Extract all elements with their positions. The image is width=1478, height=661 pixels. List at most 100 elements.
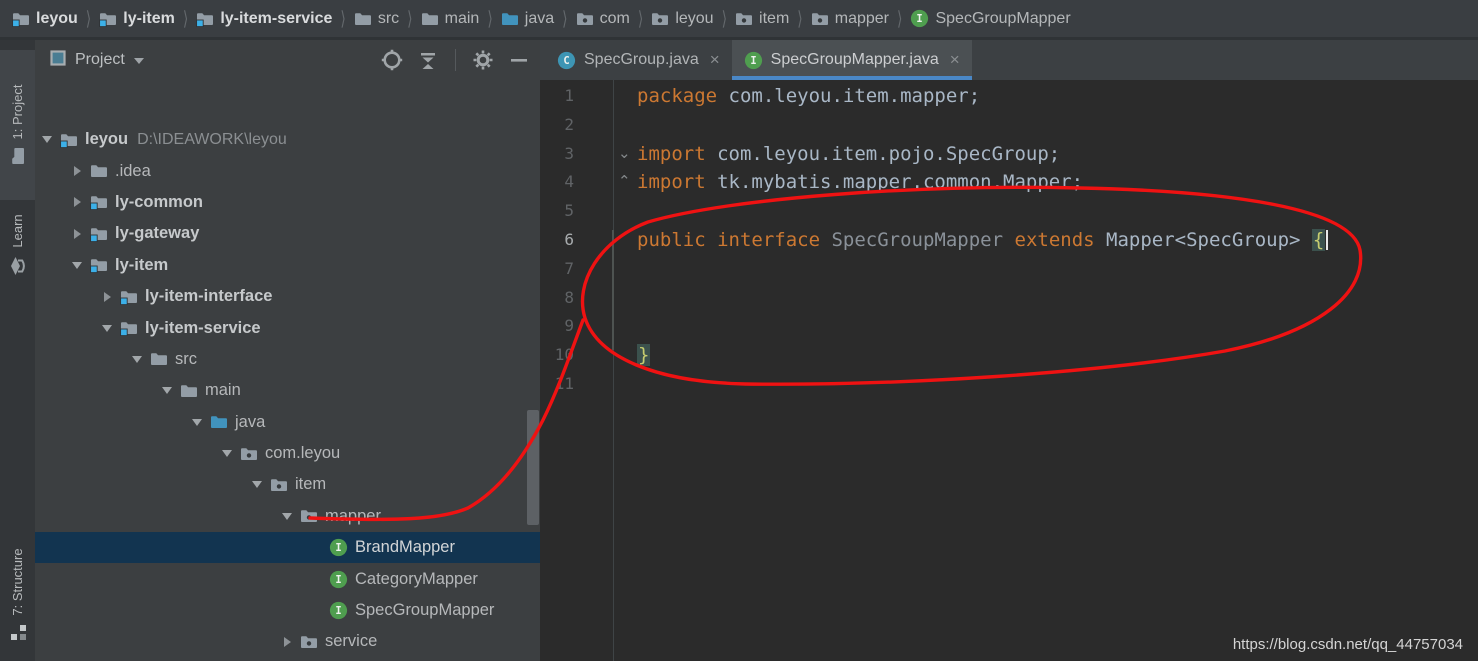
tree-expand-arrow[interactable] [68, 197, 86, 208]
tree-row-service[interactable]: service [35, 626, 540, 657]
breadcrumb-item[interactable]: leyou [12, 10, 78, 28]
svg-text:I: I [335, 542, 341, 554]
tree-row--idea[interactable]: .idea [35, 155, 540, 186]
tree-expand-arrow[interactable] [218, 450, 236, 458]
class-icon: C [557, 51, 576, 70]
tree-expand-arrow[interactable] [128, 355, 146, 363]
breadcrumb-item[interactable]: leyou [651, 10, 714, 28]
editor-tab-specgroup-java[interactable]: C SpecGroup.java × [545, 40, 732, 80]
tab-close-icon[interactable]: × [950, 50, 960, 70]
line-number: 5 [564, 201, 574, 221]
toolwindow-button-learn[interactable]: Learn [0, 190, 35, 300]
module-folder-icon [89, 257, 108, 274]
tree-label: com.leyou [265, 444, 341, 463]
tree-expand-arrow[interactable] [278, 636, 296, 647]
tree-row-ly-common[interactable]: ly-common [35, 187, 540, 218]
tree-row-ly-item[interactable]: ly-item [35, 250, 540, 281]
tree-label: SpecGroupMapper [355, 601, 495, 620]
breadcrumb-item[interactable]: item [735, 10, 789, 28]
panel-title: Project [75, 51, 125, 68]
breadcrumb-item[interactable]: main [421, 9, 480, 28]
toolwindow-button-project[interactable]: 1: Project [0, 50, 35, 200]
editor-tab-specgroupmapper-java[interactable]: I SpecGroupMapper.java × [731, 40, 972, 80]
tree-row-categorymapper[interactable]: I CategoryMapper [35, 563, 540, 594]
code-editor[interactable]: 1 package com.leyou.item.mapper; 2 3 ⌄ import… [540, 80, 1478, 661]
breadcrumb-separator: ⟩ [340, 6, 346, 29]
tree-label: item [295, 475, 327, 494]
tree-row-specgroupmapper[interactable]: I SpecGroupMapper [35, 595, 540, 626]
tree-row-brandmapper[interactable]: I BrandMapper [35, 532, 540, 564]
tree-expand-arrow[interactable] [68, 166, 86, 177]
tree-row-leyou[interactable]: leyou D:\IDEAWORK\leyou [35, 124, 540, 155]
breadcrumb-item[interactable]: ly-item-service [196, 10, 332, 28]
project-path: D:\IDEAWORK\leyou [137, 130, 287, 148]
breadcrumb-item[interactable]: ly-item [99, 10, 175, 28]
breadcrumb-label: ly-item [123, 9, 175, 27]
tab-label: SpecGroupMapper.java [770, 51, 939, 68]
locate-icon[interactable] [379, 47, 405, 73]
breadcrumb-label: ly-item-service [220, 9, 333, 27]
tree-row-main[interactable]: main [35, 375, 540, 406]
breadcrumb-label: java [524, 9, 555, 27]
tree-expand-arrow[interactable] [278, 512, 296, 520]
breadcrumb-separator: ⟩ [182, 6, 189, 29]
hide-panel-icon[interactable] [506, 47, 532, 73]
tree-row-ly-item-service[interactable]: ly-item-service [35, 312, 540, 343]
tree-label: CategoryMapper [355, 569, 478, 588]
project-view-icon [49, 49, 67, 72]
tree-row-src[interactable]: src [35, 344, 540, 375]
code-line-9: 9 [540, 312, 1478, 341]
breadcrumb-item[interactable]: java [501, 10, 554, 28]
tree-expand-arrow[interactable] [98, 324, 116, 332]
folder-icon [10, 147, 26, 165]
text-caret [1326, 229, 1329, 250]
breadcrumb-label: main [444, 9, 480, 27]
tree-row-item[interactable]: item [35, 469, 540, 500]
tree-expand-arrow[interactable] [68, 228, 86, 239]
module-folder-icon [119, 320, 138, 337]
tree-label: main [205, 381, 241, 400]
tree-label: ly-gateway [115, 224, 200, 243]
tree-expand-arrow[interactable] [38, 136, 56, 144]
project-tree: leyou D:\IDEAWORK\leyou .idea ly-common ly-g… [35, 124, 540, 661]
breadcrumb-separator: ⟩ [562, 6, 568, 29]
tree-row-java[interactable]: java [35, 407, 540, 438]
tab-close-icon[interactable]: × [710, 50, 720, 70]
tree-scrollbar[interactable] [527, 410, 539, 525]
tree-row-ly-gateway[interactable]: ly-gateway [35, 218, 540, 249]
tree-label: leyou [85, 130, 129, 149]
breadcrumb-item[interactable]: com [576, 10, 630, 28]
tree-expand-arrow[interactable] [188, 418, 206, 426]
breadcrumb-item[interactable]: src [354, 10, 399, 28]
tree-expand-arrow[interactable] [158, 387, 176, 395]
breadcrumb-item[interactable]: mapper [811, 10, 889, 28]
toolwindow-button-structure[interactable]: 7: Structure [0, 515, 35, 661]
breadcrumb-separator: ⟩ [85, 6, 92, 29]
code-line-1: 1 package com.leyou.item.mapper; [540, 82, 1478, 111]
tree-expand-arrow[interactable] [98, 291, 116, 302]
interface-icon: I [744, 51, 763, 70]
tree-row-com-leyou[interactable]: com.leyou [35, 438, 540, 469]
fold-marker-icon[interactable]: ⌄ [618, 140, 631, 169]
tree-expand-arrow[interactable] [68, 261, 86, 269]
interface-icon: I [329, 601, 348, 620]
editor: C SpecGroup.java × I SpecGroupMapper.java × 1… [540, 40, 1478, 661]
module-folder-icon [99, 11, 117, 27]
structure-icon [9, 624, 27, 642]
tree-expand-arrow[interactable] [248, 481, 266, 489]
collapse-all-icon[interactable] [415, 47, 441, 73]
code-lines: 1 package com.leyou.item.mapper; 2 3 ⌄ import… [540, 82, 1478, 399]
fold-marker-icon[interactable]: ⌃ [618, 168, 631, 197]
tree-row-mapper[interactable]: mapper [35, 501, 540, 532]
line-number: 9 [564, 316, 574, 336]
code-line-2: 2 [540, 111, 1478, 140]
settings-gear-icon[interactable] [470, 47, 496, 73]
package-icon [811, 11, 829, 27]
tree-label: ly-item-interface [145, 287, 273, 306]
chevron-down-icon[interactable] [133, 58, 144, 64]
breadcrumb-item[interactable]: I SpecGroupMapper [910, 9, 1071, 28]
tree-row-web[interactable]: web [35, 658, 540, 661]
svg-text:I: I [335, 574, 341, 586]
tree-row-ly-item-interface[interactable]: ly-item-interface [35, 281, 540, 312]
module-folder-icon [12, 11, 30, 27]
